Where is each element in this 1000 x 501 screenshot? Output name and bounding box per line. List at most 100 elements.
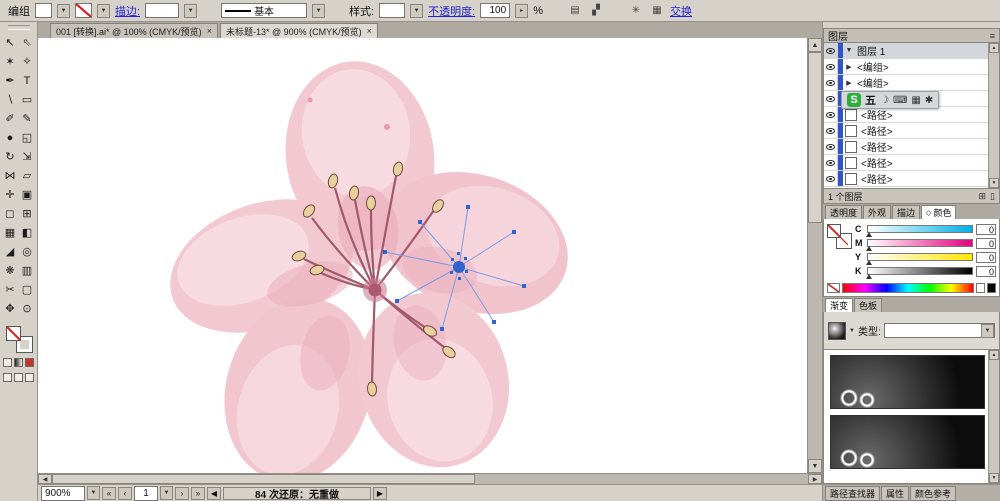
layer-label[interactable]: <路径> — [859, 155, 985, 170]
none-mode-button[interactable] — [25, 358, 34, 367]
eraser-tool[interactable]: ◱ — [19, 128, 36, 147]
ime-logo-icon[interactable]: S — [847, 93, 861, 107]
doc-tab-1[interactable]: 001 [转换].ai* @ 100% (CMYK/预览) × — [50, 23, 218, 38]
color-fill-stroke-indicator[interactable] — [827, 224, 852, 249]
fill-stroke-widget[interactable] — [5, 326, 33, 353]
pen-tool[interactable]: ✒ — [2, 71, 19, 90]
gradient-preview-1[interactable] — [830, 355, 985, 409]
horizontal-scroll-track[interactable] — [52, 474, 808, 484]
grid-icon[interactable]: ▦ — [649, 3, 665, 18]
tab-transparency[interactable]: 透明度 — [825, 205, 863, 219]
ime-keyboard-icon[interactable]: ⌨ — [893, 95, 907, 106]
scroll-down-icon[interactable]: ▼ — [808, 459, 822, 473]
visibility-cell[interactable] — [824, 171, 838, 186]
layers-scroll-down-icon[interactable]: ▼ — [989, 178, 999, 188]
mesh-tool[interactable]: ▦ — [2, 223, 19, 242]
gradient-thumbnail[interactable] — [828, 321, 846, 340]
preview-scrollbar[interactable]: ▲ ▼ — [988, 350, 999, 483]
cyan-value[interactable]: 0 — [976, 223, 996, 235]
cyan-slider[interactable] — [866, 225, 973, 237]
expander-icon[interactable]: ▶ — [843, 63, 855, 71]
blend-tool[interactable]: ◎ — [19, 242, 36, 261]
tab-color[interactable]: ◇ 颜色 — [921, 205, 957, 219]
layer-label[interactable]: <路径> — [859, 123, 985, 138]
preview-scroll-up-icon[interactable]: ▲ — [989, 350, 999, 360]
first-page-button[interactable]: « — [102, 486, 116, 500]
gradient-thumb-dropdown-icon[interactable]: ▼ — [849, 328, 855, 334]
symbol-sprayer-tool[interactable]: ❋ — [2, 261, 19, 280]
ime-toolbar[interactable]: S 五 ☽ ⌨ ▦ ✱ — [841, 91, 940, 109]
style-dropdown-icon[interactable]: ▼ — [410, 3, 424, 18]
layer-row-2[interactable]: ▶ <编组> ○ — [824, 59, 999, 75]
layer-label[interactable]: <编组> — [855, 59, 985, 74]
fill-box[interactable] — [5, 326, 21, 341]
next-page-button[interactable]: › — [175, 486, 189, 500]
eyedropper-tool[interactable]: ◢ — [2, 242, 19, 261]
tab-gradient[interactable]: 渐变 — [825, 298, 854, 312]
graph-tool[interactable]: ▥ — [19, 261, 36, 280]
scale-tool[interactable]: ⇲ — [19, 147, 36, 166]
tab-pathfinder[interactable]: 路径查找器 — [825, 485, 881, 501]
layer-label[interactable]: <编组> — [855, 75, 985, 90]
zoom-tool[interactable]: ⊙ — [19, 299, 36, 318]
gradient-type-select[interactable]: ▼ — [883, 323, 995, 338]
stroke-weight-input[interactable] — [145, 3, 180, 18]
tab-appearance[interactable]: 外观 — [863, 205, 892, 219]
layer-row-7[interactable]: <路径> ○ — [824, 139, 999, 155]
visibility-cell[interactable] — [824, 75, 838, 90]
layer-label[interactable]: 图层 1 — [855, 43, 985, 58]
stroke-dropdown-icon[interactable]: ▼ — [97, 3, 110, 18]
visibility-cell[interactable] — [824, 123, 838, 138]
expander-icon[interactable]: ▶ — [843, 79, 855, 87]
opacity-link[interactable]: 不透明度: — [428, 3, 475, 19]
layers-scroll-up-icon[interactable]: ▲ — [989, 43, 999, 53]
layer-row-1[interactable]: ▼ 图层 1 ○ — [824, 43, 999, 59]
layer-label[interactable]: <路径> — [859, 171, 985, 186]
page-number-input[interactable]: 1 — [134, 485, 158, 501]
scroll-left-icon[interactable]: ◀ — [38, 474, 52, 484]
white-swatch[interactable] — [976, 282, 985, 293]
vertical-scroll-track[interactable] — [808, 52, 822, 459]
toolbox-grip[interactable] — [7, 25, 30, 30]
rotate-tool[interactable]: ↻ — [2, 147, 19, 166]
gradient-mode-button[interactable] — [14, 358, 23, 367]
opacity-input[interactable]: 100 — [480, 3, 511, 18]
graph-style-icon[interactable]: ▤ — [567, 3, 583, 18]
ime-grid-icon[interactable]: ▦ — [911, 95, 920, 106]
brush-definition-select[interactable]: 基本 — [221, 3, 308, 18]
width-tool[interactable]: ⋈ — [2, 166, 19, 185]
scroll-right-icon[interactable]: ▶ — [808, 474, 822, 484]
color-fill-swatch[interactable] — [827, 224, 841, 238]
yellow-slider-marker[interactable] — [866, 260, 872, 265]
line-tool[interactable]: ∖ — [2, 90, 19, 109]
tab-stroke[interactable]: 描边 — [892, 205, 921, 219]
free-transform-tool[interactable]: ▱ — [19, 166, 36, 185]
type-tool[interactable]: T — [19, 71, 36, 90]
black-slider-marker[interactable] — [866, 274, 872, 279]
perspective-grid-tool[interactable]: ⊞ — [19, 204, 36, 223]
ime-settings-icon[interactable]: ✱ — [925, 95, 933, 106]
color-spectrum-bar[interactable] — [842, 282, 974, 293]
gear-icon[interactable]: ✳ — [628, 3, 644, 18]
layer-label[interactable]: <路径> — [859, 139, 985, 154]
doc-tab-2[interactable]: 未标题-13* @ 900% (CMYK/预览) × — [219, 23, 378, 38]
rectangle-tool[interactable]: ▭ — [19, 90, 36, 109]
none-swatch[interactable] — [827, 282, 840, 293]
vertical-scroll-thumb[interactable] — [808, 52, 822, 223]
expander-icon[interactable]: ▼ — [843, 47, 855, 54]
scissors-tool[interactable]: ✂ — [2, 280, 19, 299]
graph-data-icon[interactable]: ▞ — [588, 3, 604, 18]
layer-row-9[interactable]: <路径> ○ — [824, 171, 999, 187]
layers-panel-header[interactable]: 图层 ≡ — [823, 28, 1000, 43]
cyan-slider-marker[interactable] — [866, 232, 872, 237]
paintbrush-tool[interactable]: ✐ — [2, 109, 19, 128]
visibility-cell[interactable] — [824, 59, 838, 74]
live-paint-bucket-tool[interactable]: ▣ — [19, 185, 36, 204]
magenta-slider[interactable] — [866, 239, 973, 251]
pencil-tool[interactable]: ✎ — [19, 109, 36, 128]
tab-swatches[interactable]: 色板 — [854, 298, 883, 312]
doc-tab-2-close-icon[interactable]: × — [367, 26, 372, 36]
status-prev-icon[interactable]: ◀ — [207, 486, 221, 500]
layer-label[interactable]: <路径> — [859, 107, 985, 122]
visibility-cell[interactable] — [824, 139, 838, 154]
